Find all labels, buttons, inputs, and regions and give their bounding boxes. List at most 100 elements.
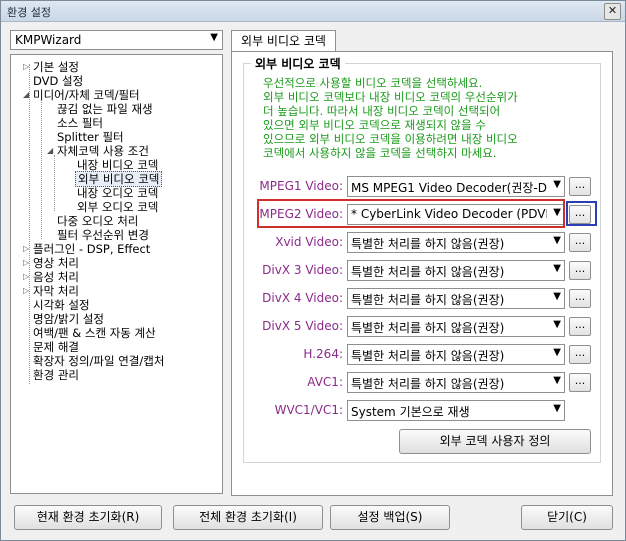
tree-item-visualization[interactable]: 시각화 설정 bbox=[33, 298, 90, 312]
tree-item-troubleshooting[interactable]: 문제 해결 bbox=[33, 340, 79, 354]
tree-item-video-processing[interactable]: ▷ 영상 처리 bbox=[23, 256, 79, 270]
tree-item-filter-priority[interactable]: 필터 우선순위 변경 bbox=[57, 228, 149, 242]
chevron-down-icon: ▼ bbox=[210, 32, 218, 43]
dropdown-value: 특별한 처리를 하지 않음(권장) bbox=[351, 377, 505, 391]
wvc1-label: WVC1/VC1: bbox=[274, 403, 343, 417]
tree-item-label: 시각화 설정 bbox=[33, 298, 90, 312]
tree-item-label: Splitter 필터 bbox=[57, 130, 124, 144]
dropdown-value: 특별한 처리를 하지 않음(권장) bbox=[351, 349, 505, 363]
tree-guide-line bbox=[54, 155, 55, 211]
description-line: 우선적으로 사용할 비디오 코덱을 선택하세요. bbox=[263, 76, 483, 90]
divx4-properties-button[interactable]: ... bbox=[569, 289, 591, 308]
description-text: 우선적으로 사용할 비디오 코덱을 선택하세요. 외부 비디오 코덱보다 내장 … bbox=[263, 76, 563, 160]
collapse-arrow-icon[interactable]: ◢ bbox=[47, 144, 57, 158]
tree-item-extensions[interactable]: 확장자 정의/파일 연결/캡처 bbox=[33, 354, 164, 368]
mpeg1-properties-button[interactable]: ... bbox=[569, 177, 591, 196]
tree-item-label: 내장 비디오 코덱 bbox=[77, 158, 159, 172]
tree-item-label: 필터 우선순위 변경 bbox=[57, 228, 149, 242]
tree-item-multi-audio[interactable]: 다중 오디오 처리 bbox=[57, 214, 138, 228]
dropdown-value: 특별한 처리를 하지 않음(권장) bbox=[351, 237, 505, 251]
xvid-codec-dropdown[interactable]: 특별한 처리를 하지 않음(권장) ▼ bbox=[347, 232, 565, 253]
settings-window: 환경 설정 ✕ KMPWizard ▼ ▷ 기본 설정 DVD 설정 ◢ 미디어/자… bbox=[0, 0, 626, 541]
description-line: 코덱에서 사용하지 않을 코덱을 선택하지 마세요. bbox=[263, 146, 497, 160]
collapse-arrow-icon[interactable]: ◢ bbox=[23, 88, 33, 102]
tree-item-label: 외부 비디오 코덱 bbox=[75, 171, 163, 187]
tree-item-external-video-codec[interactable]: 외부 비디오 코덱 bbox=[75, 171, 163, 187]
expand-arrow-icon[interactable]: ▷ bbox=[23, 270, 33, 284]
backup-settings-button[interactable]: 설정 백업(S) bbox=[330, 505, 450, 530]
expand-arrow-icon[interactable]: ▷ bbox=[23, 284, 33, 298]
profile-dropdown[interactable]: KMPWizard ▼ bbox=[10, 30, 223, 50]
tree-item-label: 자체코덱 사용 조건 bbox=[57, 144, 149, 158]
chevron-down-icon: ▼ bbox=[553, 291, 561, 302]
tree-item-label: 내장 오디오 코덱 bbox=[77, 186, 159, 200]
tree-item-internal-video-codec[interactable]: 내장 비디오 코덱 bbox=[77, 158, 158, 172]
tree-item-audio-processing[interactable]: ▷ 음성 처리 bbox=[23, 270, 79, 284]
dropdown-value: 특별한 처리를 하지 않음(권장) bbox=[351, 321, 505, 335]
tree-item-external-audio-codec[interactable]: 외부 오디오 코덱 bbox=[77, 200, 158, 214]
tree-item-seamless-playback[interactable]: 끊김 없는 파일 재생 bbox=[57, 102, 153, 116]
tree-item-pan-scan[interactable]: 여백/팬 & 스캔 자동 계산 bbox=[33, 326, 156, 340]
divx5-properties-button[interactable]: ... bbox=[569, 317, 591, 336]
tree-item-dvd[interactable]: DVD 설정 bbox=[33, 74, 83, 88]
divx5-codec-dropdown[interactable]: 특별한 처리를 하지 않음(권장) ▼ bbox=[347, 316, 565, 337]
title-bar: 환경 설정 ✕ bbox=[1, 1, 625, 22]
xvid-label: Xvid Video: bbox=[275, 235, 343, 249]
mpeg1-label: MPEG1 Video: bbox=[259, 179, 343, 193]
tree-item-subtitle-processing[interactable]: ▷ 자막 처리 bbox=[23, 284, 79, 298]
divx3-properties-button[interactable]: ... bbox=[569, 261, 591, 280]
tree-item-plugin-dsp[interactable]: ▷ 플러그인 - DSP, Effect bbox=[23, 242, 150, 256]
divx4-codec-dropdown[interactable]: 특별한 처리를 하지 않음(권장) ▼ bbox=[347, 288, 565, 309]
description-line: 외부 비디오 코덱보다 내장 비디오 코덱의 우선순위가 bbox=[263, 90, 518, 104]
avc1-label: AVC1: bbox=[307, 375, 343, 389]
expand-arrow-icon[interactable]: ▷ bbox=[23, 60, 33, 74]
tree-item-internal-audio-codec[interactable]: 내장 오디오 코덱 bbox=[77, 186, 158, 200]
tree-item-config-management[interactable]: 환경 관리 bbox=[33, 368, 79, 382]
avc1-properties-button[interactable]: ... bbox=[569, 373, 591, 392]
h264-properties-button[interactable]: ... bbox=[569, 345, 591, 364]
tree-item-basic[interactable]: ▷ 기본 설정 bbox=[23, 60, 79, 74]
tree-item-label: 외부 오디오 코덱 bbox=[77, 200, 159, 214]
expand-arrow-icon[interactable]: ▷ bbox=[23, 256, 33, 270]
highlight-box-red bbox=[257, 199, 565, 228]
tree-item-label: DVD 설정 bbox=[33, 74, 84, 88]
tree-item-brightness[interactable]: 명암/밝기 설정 bbox=[33, 312, 104, 326]
reset-current-button[interactable]: 현재 환경 초기화(R) bbox=[14, 505, 162, 530]
tree-item-splitter-filter[interactable]: Splitter 필터 bbox=[57, 130, 124, 144]
window-title: 환경 설정 bbox=[7, 6, 51, 19]
chevron-down-icon: ▼ bbox=[553, 375, 561, 386]
settings-tree: ▷ 기본 설정 DVD 설정 ◢ 미디어/자체 코덱/필터 끊김 없는 파일 재생 … bbox=[10, 54, 223, 494]
xvid-properties-button[interactable]: ... bbox=[569, 233, 591, 252]
tree-item-internal-codec-conditions[interactable]: ◢ 자체코덱 사용 조건 bbox=[47, 144, 149, 158]
divx3-codec-dropdown[interactable]: 특별한 처리를 하지 않음(권장) ▼ bbox=[347, 260, 565, 281]
divx5-label: DivX 5 Video: bbox=[262, 319, 343, 333]
tree-item-label: 문제 해결 bbox=[33, 340, 79, 354]
tree-item-label: 영상 처리 bbox=[33, 256, 79, 270]
reset-all-button[interactable]: 전체 환경 초기화(I) bbox=[173, 505, 323, 530]
close-window-button[interactable]: ✕ bbox=[604, 3, 621, 20]
tree-item-label: 확장자 정의/파일 연결/캡처 bbox=[33, 354, 165, 368]
tree-item-label: 미디어/자체 코덱/필터 bbox=[33, 88, 140, 102]
expand-arrow-icon[interactable]: ▷ bbox=[23, 242, 33, 256]
chevron-down-icon: ▼ bbox=[553, 179, 561, 190]
wvc1-codec-dropdown[interactable]: System 기본으로 재생 ▼ bbox=[347, 400, 565, 421]
description-line: 더 높습니다. 따라서 내장 비디오 코덱이 선택되어 bbox=[263, 104, 501, 118]
description-line: 있으므로 외부 비디오 코덱을 이용하려면 내장 비디오 bbox=[263, 132, 518, 146]
tree-item-label: 다중 오디오 처리 bbox=[57, 214, 139, 228]
chevron-down-icon: ▼ bbox=[553, 319, 561, 330]
tree-item-media-codec-filter[interactable]: ◢ 미디어/자체 코덱/필터 bbox=[23, 88, 140, 102]
divx3-label: DivX 3 Video: bbox=[262, 263, 343, 277]
avc1-codec-dropdown[interactable]: 특별한 처리를 하지 않음(권장) ▼ bbox=[347, 372, 565, 393]
tree-guide-line bbox=[29, 64, 30, 384]
dropdown-value: 특별한 처리를 하지 않음(권장) bbox=[351, 265, 505, 279]
h264-codec-dropdown[interactable]: 특별한 처리를 하지 않음(권장) ▼ bbox=[347, 344, 565, 365]
custom-external-codec-button[interactable]: 외부 코덱 사용자 정의 bbox=[399, 429, 591, 454]
chevron-down-icon: ▼ bbox=[553, 263, 561, 274]
profile-dropdown-value: KMPWizard bbox=[15, 33, 82, 47]
tab-external-video-codec[interactable]: 외부 비디오 코덱 bbox=[231, 30, 336, 52]
dropdown-value: 특별한 처리를 하지 않음(권장) bbox=[351, 293, 505, 307]
tree-item-source-filter[interactable]: 소스 필터 bbox=[57, 116, 103, 130]
mpeg1-codec-dropdown[interactable]: MS MPEG1 Video Decoder(권장-DirectShow) ▼ bbox=[347, 176, 565, 197]
close-button[interactable]: 닫기(C) bbox=[521, 505, 613, 530]
tree-item-label: 소스 필터 bbox=[57, 116, 103, 130]
